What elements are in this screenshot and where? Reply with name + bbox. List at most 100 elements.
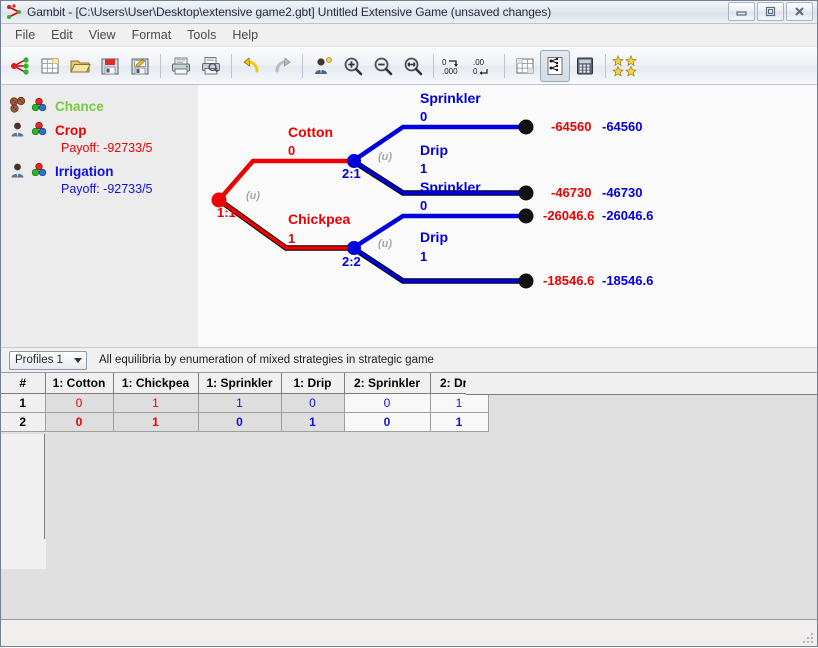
branch-probability-chickpea: 1 [288,231,296,246]
player-color-icon [31,97,47,116]
table-cell-1-drip[interactable]: 0 [281,393,345,413]
table-cell-2-sprinkler[interactable]: 0 [344,393,431,413]
profiles-table-area[interactable]: # 1: Cotton 1: Chickpea 1: Sprinkler 1: … [1,372,817,619]
table-row[interactable]: 2 0 1 0 1 0 1 [1,412,489,432]
table-header-2-sprinkler[interactable]: 2: Sprinkler [344,373,431,394]
player-row-irrigation[interactable]: Irrigation [1,158,198,182]
menu-item-view[interactable]: View [81,26,124,44]
unknown-marker-cotton: (u) [378,151,393,163]
menu-item-edit[interactable]: Edit [43,26,81,44]
player-row-crop[interactable]: Crop [1,117,198,141]
table-cell-2-sprinkler[interactable]: 0 [344,412,431,432]
save-as-icon[interactable] [125,50,155,82]
player-row-chance[interactable]: Chance [1,93,198,117]
toolbar-separator [504,53,505,78]
branch-action-chickpea: Chickpea [288,211,351,227]
redo-icon [267,50,297,82]
resize-grip[interactable] [801,631,815,645]
undo-icon[interactable] [237,50,267,82]
new-extensive-game-icon[interactable] [5,50,35,82]
extensive-tree-icon[interactable] [540,49,570,82]
table-cell-2-drip[interactable]: 1 [430,393,489,413]
table-header-index[interactable]: # [1,373,46,394]
print-preview-icon[interactable] [196,50,226,82]
new-strategic-game-icon[interactable] [35,50,65,82]
maximize-button[interactable] [757,2,784,21]
outcome-payoff2-2: -46730 [602,185,643,200]
calculator-icon[interactable] [570,50,600,82]
chevron-down-icon [74,357,82,363]
svg-text:.000: .000 [442,67,458,76]
player-name-crop: Crop [55,122,87,138]
player-name-chance: Chance [55,98,104,114]
svg-text:0: 0 [442,58,447,67]
print-icon[interactable] [166,50,196,82]
node-label-root: 1:1 [217,205,236,220]
unknown-marker-chickpea: (u) [378,238,393,250]
profiles-select-label: Profiles 1 [15,354,63,366]
player-name-irrigation: Irrigation [55,163,114,179]
table-cell-1-chickpea[interactable]: 1 [113,412,199,432]
player-color-icon [31,121,47,140]
toolbar-separator [302,53,303,78]
table-cell-1-chickpea[interactable]: 1 [113,393,199,413]
table-header-row: # 1: Cotton 1: Chickpea 1: Sprinkler 1: … [1,373,489,394]
table-cell-1-drip[interactable]: 1 [281,412,345,432]
zoom-fit-icon[interactable] [398,50,428,82]
player-icons [9,121,47,140]
branch-probability-drip-1: 1 [420,161,428,176]
player-color-icon [31,162,47,181]
minimize-button[interactable] [728,2,755,21]
equilibria-stars-icon[interactable] [611,50,641,82]
svg-text:.00: .00 [473,58,485,67]
table-cell-1-sprinkler[interactable]: 1 [198,393,282,413]
table-row-index[interactable]: 2 [1,412,46,432]
player-payoff-crop: Payoff: -92733/5 [61,141,153,155]
table-header-1-sprinkler[interactable]: 1: Sprinkler [198,373,282,394]
player-panel: Chance Crop Payoff: -92733/5 Irrigation … [1,85,198,347]
table-header-1-chickpea[interactable]: 1: Chickpea [113,373,199,394]
table-row-index[interactable]: 1 [1,393,46,413]
node-label-cotton: 2:1 [342,166,361,181]
svg-text:0: 0 [473,67,478,76]
table-cell-1-sprinkler[interactable]: 0 [198,412,282,432]
outcome-payoff2-4: -18546.6 [602,273,654,288]
person-icon [9,121,27,140]
decimals-decrease-icon[interactable]: .00 0 [469,50,499,82]
close-button[interactable] [786,2,813,21]
table-cell-2-drip[interactable]: 1 [430,412,489,432]
branch-action-drip-1: Drip [420,142,448,158]
toolbar-separator [433,53,434,78]
outcome-payoff1-1: -64560 [551,119,592,134]
save-icon[interactable] [95,50,125,82]
open-folder-icon[interactable] [65,50,95,82]
game-tree-canvas[interactable]: 1:1 (u) Cotton 0 2:1 (u) Sprinkler 0 Dri… [198,85,817,347]
strategic-table-icon[interactable] [510,50,540,82]
table-cell-1-cotton[interactable]: 0 [45,412,114,432]
branch-probability-drip-2: 1 [420,249,428,264]
decimals-increase-icon[interactable]: 0 .000 [439,50,469,82]
zoom-out-icon[interactable] [368,50,398,82]
table-header-1-cotton[interactable]: 1: Cotton [45,373,114,394]
menu-item-tools[interactable]: Tools [179,26,224,44]
outcome-payoff2-3: -26046.6 [602,208,654,223]
zoom-in-icon[interactable] [338,50,368,82]
players-icon[interactable] [308,50,338,82]
menu-item-format[interactable]: Format [124,26,180,44]
profiles-bar: Profiles 1 All equilibria by enumeration… [1,348,817,372]
table-row[interactable]: 1 0 1 1 0 0 1 [1,393,489,413]
menu-item-file[interactable]: File [7,26,43,44]
table-rowheader-filler-end [1,539,46,569]
outcome-payoff2-1: -64560 [602,119,643,134]
table-header-1-drip[interactable]: 1: Drip [281,373,345,394]
branch-probability-cotton: 0 [288,143,296,158]
window-title: Gambit - [C:\Users\User\Desktop\extensiv… [27,5,552,19]
branch-action-sprinkler-2: Sprinkler [420,179,481,195]
toolbar: 0 .000 .00 0 [1,47,817,85]
branch-probability-sprinkler-1: 0 [420,109,428,124]
toolbar-separator [605,53,606,78]
menu-item-help[interactable]: Help [224,26,266,44]
branch-probability-sprinkler-2: 0 [420,198,428,213]
table-cell-1-cotton[interactable]: 0 [45,393,114,413]
profiles-select[interactable]: Profiles 1 [9,350,87,370]
